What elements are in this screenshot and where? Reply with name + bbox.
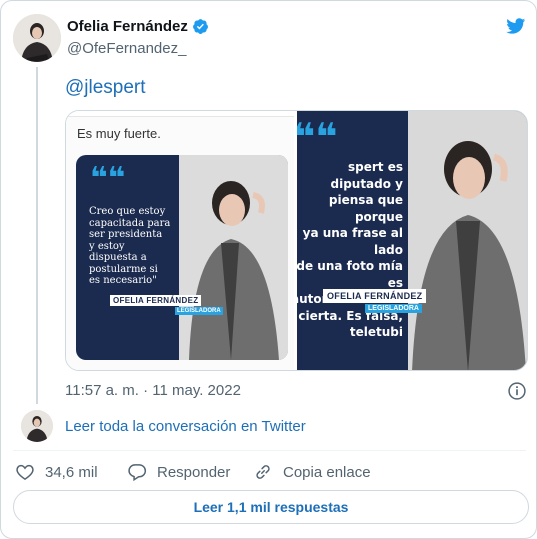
copy-link-button[interactable]: Copia enlace: [253, 462, 371, 482]
verified-badge-icon: [192, 19, 208, 34]
inner-tweet-top: [66, 111, 294, 117]
reply-label: Responder: [157, 463, 231, 481]
tweet-timestamp[interactable]: 11:57 a. m. · 11 may. 2022: [65, 382, 241, 399]
author-name[interactable]: Ofelia Fernández: [67, 18, 209, 35]
heart-icon: [16, 464, 34, 480]
poster-right-text: spert es diputado y piensa que porque ya…: [297, 160, 410, 339]
author-handle[interactable]: @OfeFernandez_: [67, 40, 186, 57]
poster-role-tag-right: LEGISLADORA: [365, 304, 422, 313]
poster-role-tag: LEGISLADORA: [175, 307, 223, 315]
thread-line: [36, 67, 38, 404]
twitter-bird-icon[interactable]: [504, 16, 527, 36]
quote-marks-icon: ❝❝: [297, 115, 338, 159]
like-count: 34,6 mil: [45, 463, 98, 481]
read-replies-button[interactable]: Leer 1,1 mil respuestas: [13, 490, 529, 524]
poster-name-tag: OFELIA FERNÁNDEZ: [110, 295, 202, 306]
reply-button[interactable]: Responder: [127, 462, 230, 482]
like-button[interactable]: 34,6 mil: [15, 462, 98, 482]
media-image-right[interactable]: ❝❝ spert es diputado y piensa que porque…: [297, 111, 527, 370]
author-name-text[interactable]: Ofelia Fernández: [67, 18, 188, 35]
media-image-left[interactable]: Es muy fuerte. ❝❝ Creo que estoy capacit…: [66, 111, 294, 370]
poster-portrait: [179, 155, 288, 360]
author-avatar[interactable]: [13, 14, 61, 62]
info-icon[interactable]: [507, 381, 527, 401]
inner-tweet-caption: Es muy fuerte.: [77, 126, 161, 141]
poster-name-tag-right: OFELIA FERNÁNDEZ: [323, 289, 427, 303]
tweet-media[interactable]: Es muy fuerte. ❝❝ Creo que estoy capacit…: [65, 110, 528, 371]
link-icon: [256, 465, 270, 479]
poster-portrait-right: [408, 111, 527, 370]
actions-divider: [13, 450, 526, 451]
tweet-embed-card: Ofelia Fernández @OfeFernandez_ @jlesper…: [0, 0, 537, 539]
read-conversation-link[interactable]: Leer toda la conversación en Twitter: [65, 418, 306, 435]
inner-poster: ❝❝ Creo que estoy capacitada para ser pr…: [76, 155, 288, 360]
quote-marks-icon: ❝❝: [90, 161, 126, 196]
conversation-avatar[interactable]: [21, 410, 53, 442]
copy-link-label: Copia enlace: [283, 463, 371, 481]
reply-bubble-icon: [128, 464, 147, 482]
poster-quote-text: Creo que estoy capacitada para ser presi…: [89, 206, 171, 286]
tweet-text-mention[interactable]: @jlespert: [65, 77, 146, 99]
